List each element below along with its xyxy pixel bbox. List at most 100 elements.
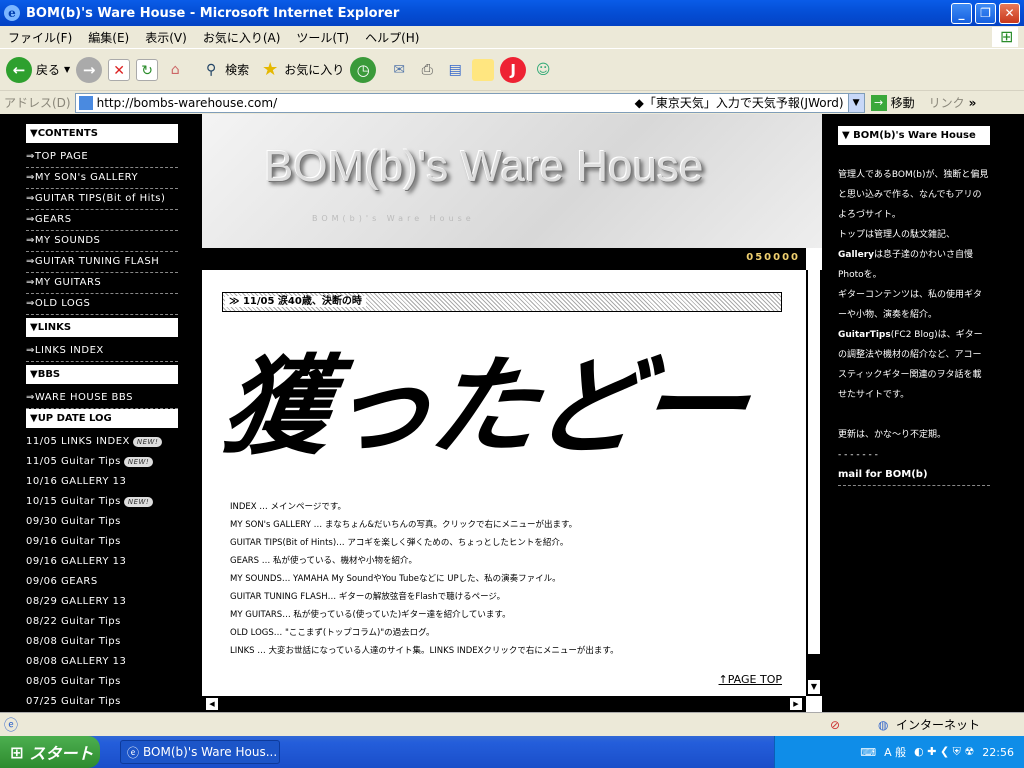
tray-icons[interactable]: ◐ ✚ ❮ ⛨ ☢ <box>914 745 974 759</box>
favorites-label: お気に入り <box>284 63 345 77</box>
update-log-item[interactable]: 11/05 Guitar Tips NEW! <box>26 452 178 472</box>
favorites-button[interactable]: ★ お気に入り <box>259 59 344 81</box>
update-text: 09/06 GEARS <box>26 576 98 587</box>
update-log-item[interactable]: 10/15 Guitar Tips NEW! <box>26 492 178 512</box>
restore-button[interactable]: ❐ <box>975 3 996 24</box>
update-log-item[interactable]: 08/08 GALLERY 13 <box>26 652 178 672</box>
address-input[interactable]: http://bombs-warehouse.com/ ◆「東京天気」入力で天気… <box>74 92 865 113</box>
update-log-item[interactable]: 08/29 GALLERY 13 <box>26 592 178 612</box>
dash-divider: - - - - - - - <box>838 450 878 460</box>
about-text-1: 管理人であるBOM(b)が、独断と偏見と思い込みで作る、なんでもアリのよろづサイ… <box>838 170 989 220</box>
entry-header: ≫ 11/05 涙40歳、決断の時 <box>222 292 782 312</box>
right-sidebar: ▼ BOM(b)'s Ware House 管理人であるBOM(b)が、独断と偏… <box>838 126 990 486</box>
forward-button[interactable]: → <box>76 56 103 83</box>
nav-link[interactable]: ⇒WARE HOUSE BBS <box>26 388 178 409</box>
discuss-button[interactable] <box>472 58 495 81</box>
description-line: MY SON's GALLERY … まなちょん&だいちんの写真。クリックで右に… <box>230 520 578 530</box>
horizontal-scrollbar[interactable]: ◀ ▶ <box>202 696 806 712</box>
nav-link[interactable]: ⇒LINKS INDEX <box>26 341 178 362</box>
about-text-3: Galleryは息子達のかわいさ自慢Photoを。 <box>838 245 990 285</box>
nav-link[interactable]: ⇒TOP PAGE <box>26 147 178 168</box>
address-dropdown-icon[interactable]: ▼ <box>847 93 864 112</box>
star-icon: ★ <box>262 58 279 80</box>
nav-link[interactable]: ⇒MY SOUNDS <box>26 231 178 252</box>
page-top-link[interactable]: ↑PAGE TOP <box>719 673 782 686</box>
scroll-right-icon[interactable]: ▶ <box>790 698 802 710</box>
messenger-button[interactable]: ☺ <box>532 59 554 81</box>
edit-button[interactable]: ▤ <box>444 59 466 81</box>
update-log-item[interactable]: 09/16 Guitar Tips <box>26 532 178 552</box>
nav-link[interactable]: ⇒MY GUITARS <box>26 273 178 294</box>
menu-tools[interactable]: ツール(T) <box>288 29 357 46</box>
banner-title: BOM(b)'s Ware House <box>264 142 704 191</box>
home-button[interactable]: ⌂ <box>164 59 186 81</box>
description-line: MY SOUNDS… YAMAHA My SoundやYou Tubeなどに U… <box>230 574 561 584</box>
vertical-scrollbar[interactable]: ▼ <box>806 270 822 696</box>
ime-indicator[interactable]: A 般 <box>884 744 906 760</box>
update-log-item[interactable]: 10/16 GALLERY 13 <box>26 472 178 492</box>
new-badge: NEW! <box>132 437 163 447</box>
back-button[interactable]: ← 戻る ▼ <box>6 56 70 83</box>
update-log-item[interactable]: 07/25 Guitar Tips <box>26 692 178 712</box>
contents-nav: ⇒TOP PAGE ⇒MY SON's GALLERY ⇒GUITAR TIPS(B… <box>26 147 178 315</box>
headline-graphic: 獲ったどー <box>213 345 752 470</box>
update-log-item[interactable]: 08/08 Guitar Tips <box>26 632 178 652</box>
mail-button[interactable]: ✉ <box>388 59 410 81</box>
update-log-item[interactable]: 09/06 GEARS <box>26 572 178 592</box>
update-log-item[interactable]: 09/30 Guitar Tips <box>26 512 178 532</box>
links-chevron-icon[interactable]: » <box>969 96 977 110</box>
print-button[interactable]: ⎙ <box>416 59 438 81</box>
zone-label: インターネット <box>896 718 981 732</box>
update-log-item[interactable]: 08/05 Guitar Tips <box>26 672 178 692</box>
stop-icon: ✕ <box>108 58 131 81</box>
status-bar: ⓔ ⊘ ◍ インターネット <box>0 712 1024 736</box>
close-button[interactable]: ✕ <box>999 3 1020 24</box>
about-text-4: ギターコンテンツは、私の使用ギターや小物、演奏を紹介。 <box>838 290 983 320</box>
taskbar: ⊞ スタート ⓔ BOM(b)'s Ware Hous... ⌨ A 般 ◐ ✚… <box>0 736 1024 768</box>
page-status-icon: ⓔ <box>4 717 18 734</box>
menu-edit[interactable]: 編集(E) <box>80 29 137 46</box>
update-log-item[interactable]: 09/16 GALLERY 13 <box>26 552 178 572</box>
menu-view[interactable]: 表示(V) <box>137 29 195 46</box>
back-dropdown-icon[interactable]: ▼ <box>64 65 70 74</box>
menu-file[interactable]: ファイル(F) <box>0 29 80 46</box>
start-flag-icon: ⊞ <box>10 742 24 762</box>
windows-logo-icon: ⊞ <box>992 27 1018 47</box>
nav-link[interactable]: ⇒MY SON's GALLERY <box>26 168 178 189</box>
menu-bar: ファイル(F) 編集(E) 表示(V) お気に入り(A) ツール(T) ヘルプ(… <box>0 26 1024 48</box>
home-icon: ⌂ <box>170 61 180 78</box>
back-label: 戻る <box>36 63 61 77</box>
scroll-left-icon[interactable]: ◀ <box>206 698 218 710</box>
links-label[interactable]: リンク <box>929 94 965 111</box>
update-log-item[interactable]: 11/05 LINKS INDEX NEW! <box>26 432 178 452</box>
taskbar-window-button[interactable]: ⓔ BOM(b)'s Ware Hous... <box>120 740 280 764</box>
j-button[interactable]: J <box>500 56 527 83</box>
update-log-item[interactable]: 08/22 Guitar Tips <box>26 612 178 632</box>
address-hint: ◆「東京天気」入力で天気予報(JWord) <box>634 96 844 110</box>
nav-link[interactable]: ⇒OLD LOGS <box>26 294 178 315</box>
menu-help[interactable]: ヘルプ(H) <box>357 29 427 46</box>
scroll-thumb[interactable] <box>808 270 820 654</box>
go-button[interactable]: → 移動 <box>870 94 915 111</box>
description-line: GUITAR TIPS(Bit of Hints)… アコギを楽しく弾くための、… <box>230 538 569 548</box>
history-button[interactable]: ◷ <box>350 56 377 83</box>
start-button[interactable]: ⊞ スタート <box>0 736 100 768</box>
left-sidebar: ▼CONTENTS ⇒TOP PAGE ⇒MY SON's GALLERY ⇒GUI… <box>26 124 178 712</box>
description-line: INDEX … メインページです。 <box>230 502 346 512</box>
minimize-button[interactable]: _ <box>951 3 972 24</box>
mail-icon: ✉ <box>393 61 406 78</box>
about-text-2: トップは管理人の駄文雑記、 <box>838 230 956 240</box>
keyboard-icon[interactable]: ⌨ <box>860 746 876 759</box>
search-button[interactable]: ⚲ 検索 <box>200 59 249 81</box>
mail-link[interactable]: mail for BOM(b) <box>838 465 990 486</box>
nav-link[interactable]: ⇒GUITAR TIPS(Bit of Hits) <box>26 189 178 210</box>
j-icon: J <box>500 56 527 83</box>
refresh-icon: ↻ <box>136 58 159 81</box>
nav-link[interactable]: ⇒GEARS <box>26 210 178 231</box>
nav-link[interactable]: ⇒GUITAR TUNING FLASH <box>26 252 178 273</box>
refresh-button[interactable]: ↻ <box>136 58 159 81</box>
menu-favorites[interactable]: お気に入り(A) <box>195 29 289 46</box>
window-title: BOM(b)'s Ware House - Microsoft Internet… <box>26 5 400 21</box>
stop-button[interactable]: ✕ <box>108 58 131 81</box>
scroll-down-icon[interactable]: ▼ <box>808 680 820 694</box>
